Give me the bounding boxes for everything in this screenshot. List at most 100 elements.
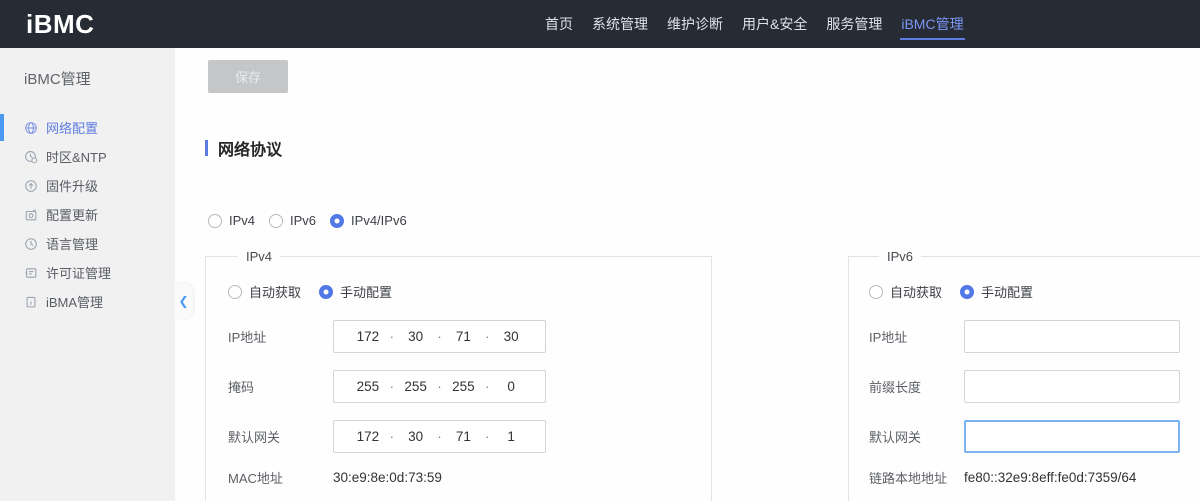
ipv6-prefix-row: 前缀长度 (869, 370, 1200, 403)
radio-button[interactable] (869, 285, 883, 299)
ipv6-gateway-row: 默认网关 (869, 420, 1200, 453)
sidebar-item-firmware-upgrade[interactable]: 固件升级 (0, 171, 175, 200)
ipv6-radio-auto[interactable]: 自动获取 (869, 282, 942, 301)
ipv6-gateway-label: 默认网关 (869, 427, 964, 446)
ipv4-mask-label: 掩码 (228, 377, 333, 396)
octet-dot: · (483, 329, 491, 344)
header-bar: iBMC 首页 系统管理 维护诊断 用户&安全 服务管理 iBMC管理 (0, 0, 1200, 48)
ipv4-legend: IPv4 (238, 249, 280, 264)
sidebar-item-label: iBMA管理 (46, 292, 103, 311)
section-title-accent-bar (205, 140, 208, 156)
ipv6-radio-manual[interactable]: 手动配置 (960, 282, 1033, 301)
nav-item-system[interactable]: 系统管理 (590, 0, 650, 48)
ipv4-radio-manual[interactable]: 手动配置 (319, 282, 392, 301)
nav-item-home[interactable]: 首页 (543, 0, 575, 48)
protocol-fieldsets: IPv4 自动获取 手动配置 IP地址 172 · (205, 249, 1200, 501)
octet-1: 255 (348, 379, 388, 394)
ipv6-fieldset: IPv6 自动获取 手动配置 IP地址 前缀长度 (848, 249, 1200, 501)
octet-2: 255 (396, 379, 436, 394)
radio-ipv4-ipv6[interactable]: IPv4/IPv6 (330, 213, 407, 228)
sidebar-item-label: 时区&NTP (46, 147, 107, 166)
ibma-package-icon (24, 295, 38, 309)
nav-item-maintenance[interactable]: 维护诊断 (665, 0, 725, 48)
radio-button-selected[interactable] (960, 285, 974, 299)
ipv4-ip-row: IP地址 172 · 30 · 71 · 30 (228, 320, 711, 353)
radio-button[interactable] (269, 214, 283, 228)
octet-dot: · (483, 379, 491, 394)
ipv6-mode-radio-group: 自动获取 手动配置 (869, 282, 1200, 301)
radio-ipv6[interactable]: IPv6 (269, 213, 316, 228)
octet-2: 30 (396, 429, 436, 444)
ipv6-link-local-label: 链路本地地址 (869, 468, 964, 487)
ipv4-gateway-input[interactable]: 172 · 30 · 71 · 1 (333, 420, 546, 453)
octet-1: 172 (348, 329, 388, 344)
radio-ipv4[interactable]: IPv4 (208, 213, 255, 228)
sidebar-item-label: 固件升级 (46, 176, 98, 195)
octet-1: 172 (348, 429, 388, 444)
section-title-text: 网络协议 (218, 136, 282, 160)
sidebar-item-label: 许可证管理 (46, 263, 111, 282)
radio-label: 自动获取 (890, 282, 942, 301)
ipv6-prefix-input[interactable] (964, 370, 1180, 403)
sidebar-title: iBMC管理 (0, 48, 175, 89)
ipv4-mac-label: MAC地址 (228, 468, 333, 487)
nav-item-services[interactable]: 服务管理 (824, 0, 884, 48)
octet-dot: · (388, 329, 396, 344)
radio-label: IPv4/IPv6 (351, 213, 407, 228)
sidebar-item-network-config[interactable]: 网络配置 (0, 113, 175, 142)
octet-dot: · (436, 379, 444, 394)
octet-dot: · (436, 429, 444, 444)
octet-dot: · (388, 429, 396, 444)
ipv6-link-local-row: 链路本地地址 fe80::32e9:8eff:fe0d:7359/64 (869, 466, 1200, 488)
nav-item-ibmc-management[interactable]: iBMC管理 (899, 0, 965, 48)
sidebar-item-ibma-management[interactable]: iBMA管理 (0, 287, 175, 316)
sidebar-item-license-management[interactable]: 许可证管理 (0, 258, 175, 287)
radio-label: 手动配置 (340, 282, 392, 301)
ipv6-ip-label: IP地址 (869, 327, 964, 346)
sidebar: iBMC管理 网络配置 时区&NTP 固件升级 (0, 48, 175, 501)
ipv4-mac-row: MAC地址 30:e9:8e:0d:73:59 (228, 466, 711, 488)
octet-3: 71 (444, 329, 484, 344)
main-content: 保存 网络协议 IPv4 IPv6 IPv4/IPv6 IPv4 (175, 48, 1200, 501)
save-button[interactable]: 保存 (208, 60, 288, 93)
ipv4-fieldset: IPv4 自动获取 手动配置 IP地址 172 · (205, 249, 712, 501)
ipv4-mac-value: 30:e9:8e:0d:73:59 (333, 470, 442, 485)
ipv6-ip-row: IP地址 (869, 320, 1200, 353)
ipv4-radio-auto[interactable]: 自动获取 (228, 282, 301, 301)
radio-label: IPv4 (229, 213, 255, 228)
ipv6-gateway-input[interactable] (964, 420, 1180, 453)
sidebar-item-label: 语言管理 (46, 234, 98, 253)
ipv4-mode-radio-group: 自动获取 手动配置 (228, 282, 711, 301)
radio-button[interactable] (208, 214, 222, 228)
ipv4-gateway-label: 默认网关 (228, 427, 333, 446)
octet-dot: · (483, 429, 491, 444)
ipv4-mask-input[interactable]: 255 · 255 · 255 · 0 (333, 370, 546, 403)
nav-item-user-security[interactable]: 用户&安全 (740, 0, 809, 48)
sidebar-item-label: 配置更新 (46, 205, 98, 224)
octet-4: 1 (491, 429, 531, 444)
ipv4-ip-input[interactable]: 172 · 30 · 71 · 30 (333, 320, 546, 353)
ipv6-ip-input[interactable] (964, 320, 1180, 353)
upgrade-arrow-circle-icon (24, 179, 38, 193)
ipv4-mask-row: 掩码 255 · 255 · 255 · 0 (228, 370, 711, 403)
logo-ibmc: iBMC (26, 9, 94, 40)
radio-button-selected[interactable] (330, 214, 344, 228)
octet-dot: · (388, 379, 396, 394)
top-nav: 首页 系统管理 维护诊断 用户&安全 服务管理 iBMC管理 (543, 0, 966, 48)
sidebar-item-config-update[interactable]: 配置更新 (0, 200, 175, 229)
octet-dot: · (436, 329, 444, 344)
license-card-icon (24, 266, 38, 280)
sidebar-item-language-management[interactable]: 语言管理 (0, 229, 175, 258)
ipv4-ip-label: IP地址 (228, 327, 333, 346)
ipv6-prefix-label: 前缀长度 (869, 377, 964, 396)
timezone-clock-icon (24, 150, 38, 164)
sidebar-item-label: 网络配置 (46, 118, 98, 137)
radio-button[interactable] (228, 285, 242, 299)
chevron-left-icon: ❮ (178, 294, 188, 308)
radio-button-selected[interactable] (319, 285, 333, 299)
radio-label: IPv6 (290, 213, 316, 228)
octet-2: 30 (396, 329, 436, 344)
ipv6-legend: IPv6 (879, 249, 921, 264)
sidebar-item-timezone-ntp[interactable]: 时区&NTP (0, 142, 175, 171)
sidebar-collapse-handle[interactable]: ❮ (174, 283, 193, 319)
